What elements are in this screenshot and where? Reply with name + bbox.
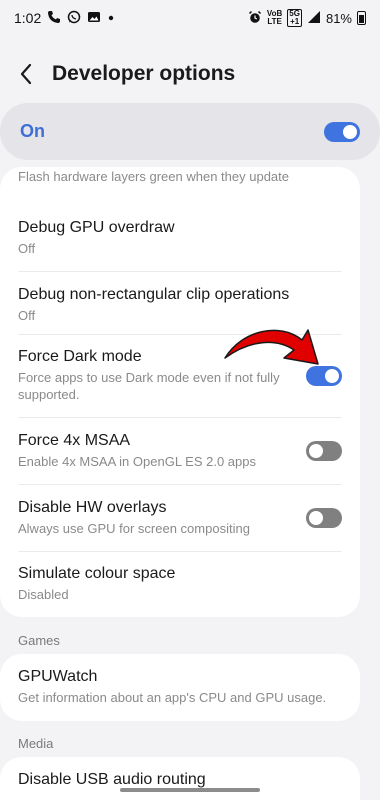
- setting-subtitle: Off: [18, 307, 36, 323]
- setting-title: Debug GPU overdraw: [18, 218, 175, 236]
- setting-texts: Debug non-rectangular clip operations Of…: [18, 286, 342, 324]
- force-4x-msaa-toggle[interactable]: [306, 440, 342, 461]
- setting-title: Force 4x MSAA: [18, 431, 131, 449]
- setting-subtitle: Enable 4x MSAA in OpenGL ES 2.0 apps: [18, 453, 256, 469]
- disable-hw-overlays-toggle[interactable]: [306, 507, 342, 528]
- volte-bottom-text: LTE: [267, 17, 282, 26]
- battery-percent: 81%: [325, 10, 352, 26]
- volte-icon: VoB LTE: [267, 10, 282, 26]
- toggle-knob: [343, 124, 357, 139]
- setting-subtitle: Disabled: [18, 587, 69, 602]
- setting-texts: Force 4x MSAA Enable 4x MSAA in OpenGL E…: [18, 432, 294, 470]
- setting-gpuwatch[interactable]: GPUWatch Get information about an app's …: [0, 654, 360, 721]
- setting-subtitle: Off: [18, 240, 36, 256]
- setting-title: Simulate colour space: [18, 565, 176, 582]
- toggle-knob: [309, 510, 323, 525]
- toggle-knob: [309, 443, 323, 458]
- network-5g-icon: 5G +1: [287, 9, 302, 27]
- page-title: Developer options: [52, 62, 236, 85]
- setting-title: Debug non-rectangular clip operations: [18, 285, 290, 303]
- status-bar: 1:02 VoB LTE 5G +1 81%: [0, 0, 380, 36]
- setting-texts: Simulate colour space Disabled: [18, 565, 342, 603]
- setting-disable-usb-audio-routing[interactable]: Disable USB audio routing: [0, 757, 360, 800]
- whatsapp-icon: [67, 10, 81, 27]
- master-switch-row[interactable]: On: [0, 103, 380, 160]
- setting-force-4x-msaa[interactable]: Force 4x MSAA Enable 4x MSAA in OpenGL E…: [0, 417, 360, 484]
- signal-icon: [307, 10, 321, 27]
- dot-icon: [107, 10, 115, 27]
- home-indicator[interactable]: [120, 788, 260, 792]
- master-switch-label: On: [20, 121, 45, 141]
- setting-texts: Disable HW overlays Always use GPU for s…: [18, 499, 294, 537]
- master-switch-toggle[interactable]: [324, 121, 360, 142]
- setting-subtitle: Always use GPU for screen compositing: [18, 520, 250, 536]
- section-label-media: Media: [18, 736, 54, 751]
- gallery-icon: [87, 10, 101, 27]
- chevron-left-icon: [20, 63, 32, 85]
- annotation-arrow-icon: [224, 329, 319, 365]
- setting-debug-gpu-overdraw[interactable]: Debug GPU overdraw Off: [0, 204, 360, 271]
- toggle-knob: [325, 368, 339, 383]
- setting-simulate-colour-space[interactable]: Simulate colour space Disabled: [0, 551, 360, 617]
- status-time: 1:02: [14, 10, 42, 26]
- app-bar: Developer options: [0, 52, 380, 96]
- settings-list-card: Flash hardware layers green when they up…: [0, 167, 360, 617]
- setting-title: Disable HW overlays: [18, 498, 167, 516]
- back-button[interactable]: [14, 62, 38, 86]
- setting-subtitle: Get information about an app's CPU and G…: [18, 690, 327, 705]
- setting-texts: Debug GPU overdraw Off: [18, 219, 342, 257]
- phone-call-icon: [47, 10, 61, 27]
- battery-icon: [357, 11, 366, 25]
- section-label-games: Games: [18, 633, 60, 648]
- status-right: VoB LTE 5G +1 81%: [248, 9, 366, 27]
- alarm-icon: [248, 10, 262, 27]
- partial-setting-item[interactable]: Flash hardware layers green when they up…: [18, 169, 289, 184]
- status-left: 1:02: [14, 10, 115, 27]
- setting-disable-hw-overlays[interactable]: Disable HW overlays Always use GPU for s…: [0, 484, 360, 551]
- setting-title: GPUWatch: [18, 668, 98, 685]
- network-bottom-text: +1: [290, 17, 300, 26]
- setting-title: Disable USB audio routing: [18, 771, 206, 788]
